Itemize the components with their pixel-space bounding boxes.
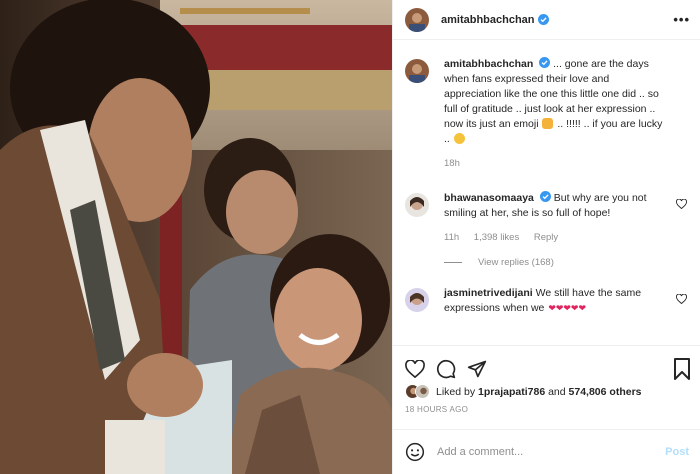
instagram-post: amitabhbachchan ••• amitabhbachchan ... … bbox=[0, 0, 700, 474]
tongue-emoji-icon bbox=[453, 133, 465, 144]
view-replies-button[interactable]: View replies (168) bbox=[444, 257, 666, 268]
comment-item: bhawanasomaaya But why are you not smili… bbox=[393, 191, 700, 268]
verified-icon bbox=[539, 191, 551, 202]
reply-button[interactable]: Reply bbox=[534, 232, 558, 243]
comment-like-heart-icon[interactable] bbox=[676, 286, 689, 316]
post-timestamp[interactable]: 18 HOURS AGO bbox=[393, 399, 700, 414]
comment-time[interactable]: 11h bbox=[444, 232, 459, 243]
comment-item: jasminetrivedijani We still have the sam… bbox=[393, 286, 700, 316]
post-header: amitabhbachchan ••• bbox=[393, 0, 700, 40]
caption-avatar[interactable] bbox=[405, 59, 429, 83]
liker-avatars[interactable] bbox=[405, 384, 430, 399]
heart-emoji-icon: ❤❤❤❤❤ bbox=[548, 303, 587, 313]
photo-icon bbox=[0, 0, 392, 474]
comment-bubble-icon[interactable] bbox=[436, 359, 456, 379]
commenter-username[interactable]: jasminetrivedijani bbox=[444, 287, 533, 299]
verified-icon bbox=[539, 57, 551, 68]
post-comment-button[interactable]: Post bbox=[665, 446, 689, 458]
author-avatar[interactable] bbox=[405, 7, 429, 32]
caption-username[interactable]: amitabhbachchan bbox=[444, 58, 533, 70]
comment-likes[interactable]: 1,398 likes bbox=[474, 232, 519, 243]
view-replies-label: View replies (168) bbox=[478, 257, 554, 268]
post-sidebar: amitabhbachchan ••• amitabhbachchan ... … bbox=[392, 0, 700, 474]
verified-icon bbox=[537, 14, 549, 25]
share-paper-plane-icon[interactable] bbox=[467, 359, 487, 379]
caption-time[interactable]: 18h bbox=[444, 158, 460, 169]
post-actions-area: Liked by 1prajapati786 and 574,806 other… bbox=[393, 345, 700, 428]
post-photo[interactable] bbox=[0, 0, 392, 474]
bookmark-icon[interactable] bbox=[673, 357, 691, 380]
comment-input[interactable]: Add a comment... bbox=[437, 446, 665, 458]
commenter-username[interactable]: bhawanasomaaya bbox=[444, 192, 534, 204]
comment-like-heart-icon[interactable] bbox=[676, 191, 689, 268]
add-comment-bar: Add a comment... Post bbox=[393, 429, 700, 474]
likes-middle: and bbox=[548, 385, 566, 398]
liker-username[interactable]: 1prajapati786 bbox=[478, 386, 545, 398]
likes-count[interactable]: 574,806 others bbox=[569, 386, 642, 398]
likes-summary: Liked by 1prajapati786 and 574,806 other… bbox=[393, 382, 700, 399]
replies-divider bbox=[444, 262, 462, 263]
author-username[interactable]: amitabhbachchan bbox=[441, 14, 535, 26]
action-bar bbox=[393, 346, 700, 382]
caption: amitabhbachchan ... gone are the days wh… bbox=[393, 57, 700, 169]
more-options-icon[interactable]: ••• bbox=[673, 12, 690, 27]
likes-text: Liked by 1prajapati786 and 574,806 other… bbox=[436, 386, 642, 398]
comments-list[interactable]: amitabhbachchan ... gone are the days wh… bbox=[393, 41, 700, 344]
likes-prefix: Liked by bbox=[436, 385, 476, 398]
liker-avatar bbox=[415, 384, 430, 399]
like-heart-icon[interactable] bbox=[405, 359, 425, 378]
scream-emoji-icon bbox=[542, 118, 554, 129]
commenter-avatar[interactable] bbox=[405, 193, 429, 217]
commenter-avatar[interactable] bbox=[405, 288, 429, 312]
emoji-picker-icon[interactable] bbox=[405, 442, 425, 462]
